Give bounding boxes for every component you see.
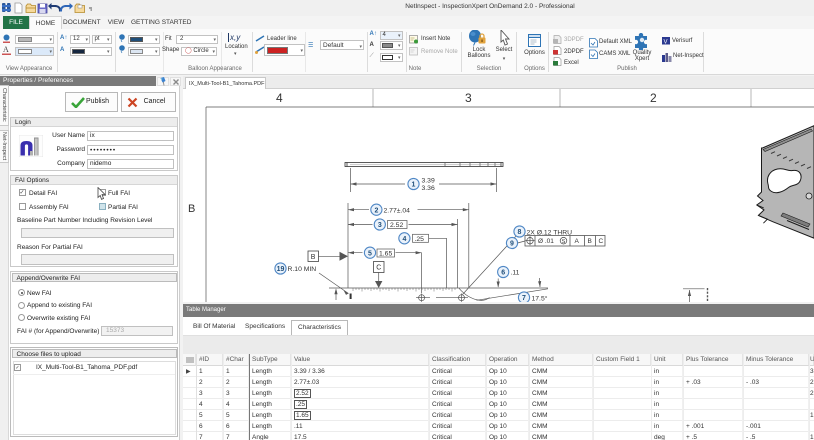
svg-text:1: 1: [412, 182, 416, 189]
svg-text:1.65: 1.65: [379, 250, 392, 257]
svg-text:.11: .11: [511, 270, 520, 277]
svg-text:17.5°: 17.5°: [532, 294, 548, 302]
svg-text:7: 7: [522, 295, 526, 302]
svg-text:B: B: [311, 254, 316, 261]
svg-text:C: C: [599, 238, 604, 245]
svg-text:Ø .01: Ø .01: [538, 238, 554, 245]
svg-text:5: 5: [368, 250, 372, 257]
svg-text:A: A: [3, 45, 9, 54]
svg-text:8: 8: [518, 229, 522, 236]
svg-text:2: 2: [650, 91, 657, 105]
svg-text:C: C: [376, 265, 381, 272]
svg-text:S: S: [562, 239, 566, 245]
svg-text:6: 6: [501, 270, 505, 277]
svg-text:B: B: [588, 238, 592, 245]
svg-text:9: 9: [510, 241, 514, 248]
svg-text:3: 3: [465, 91, 472, 105]
svg-text:.25: .25: [415, 236, 425, 243]
svg-text:3.39: 3.39: [422, 178, 435, 185]
svg-text:4: 4: [402, 236, 406, 243]
svg-text:B: B: [188, 203, 195, 215]
svg-text:2.77±.04: 2.77±.04: [384, 207, 411, 214]
svg-text:4: 4: [276, 91, 283, 105]
svg-text:3.36: 3.36: [422, 185, 435, 192]
svg-text:19: 19: [277, 266, 285, 273]
svg-text:2.52: 2.52: [390, 222, 403, 229]
svg-text:A: A: [575, 238, 580, 245]
svg-text:R.10 MIN: R.10 MIN: [288, 266, 317, 273]
svg-text:V: V: [664, 40, 668, 46]
svg-text:3: 3: [378, 222, 382, 229]
svg-text:2: 2: [374, 207, 378, 214]
